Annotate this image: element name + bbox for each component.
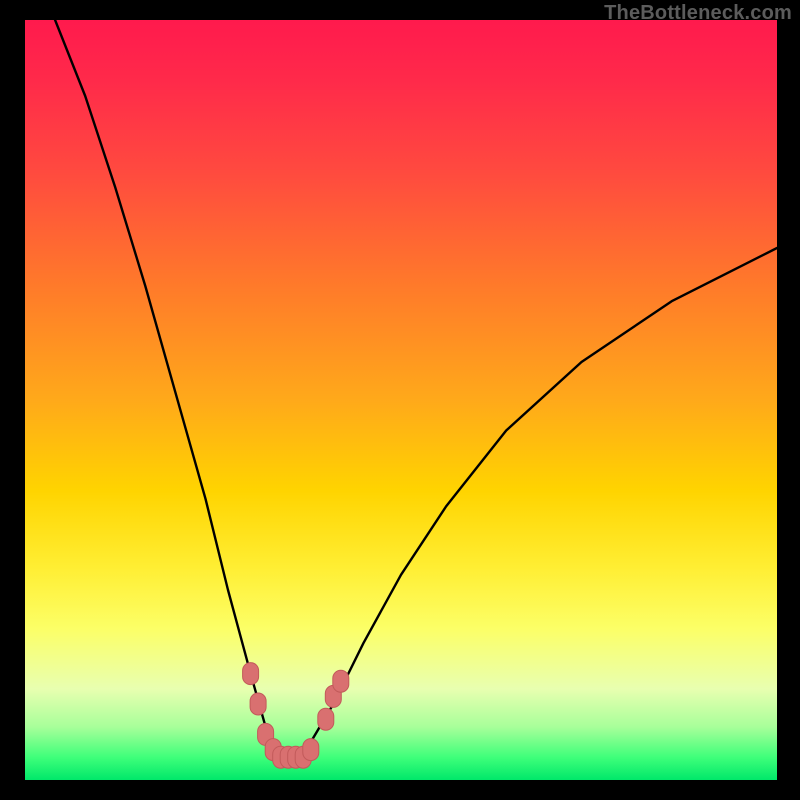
curve-marker — [333, 670, 349, 692]
curve-marker — [243, 663, 259, 685]
chart-svg — [25, 20, 777, 780]
curve-marker — [318, 708, 334, 730]
marker-group — [243, 663, 349, 769]
curve-line — [55, 20, 777, 757]
chart-frame — [25, 20, 777, 780]
curve-marker — [250, 693, 266, 715]
watermark-text: TheBottleneck.com — [604, 2, 792, 25]
curve-marker — [303, 739, 319, 761]
